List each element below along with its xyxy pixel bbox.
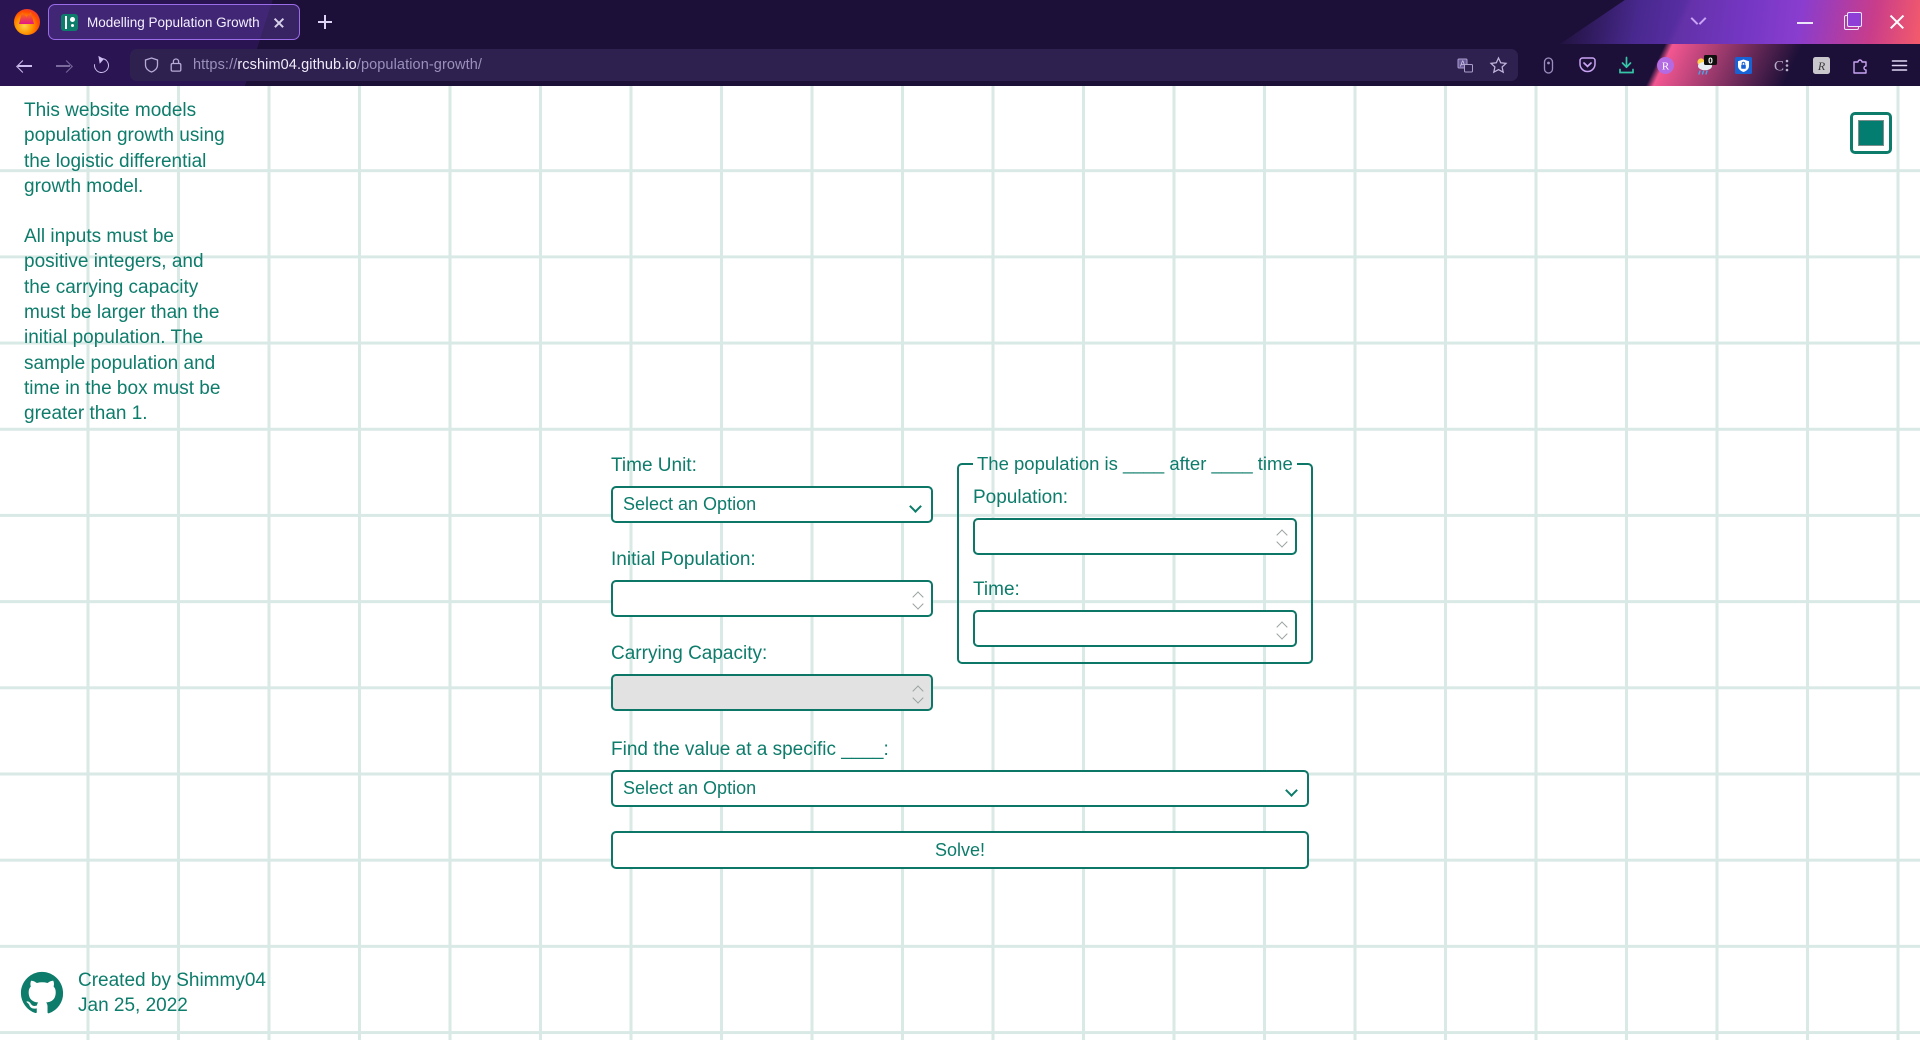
theme-toggle-swatch-icon bbox=[1858, 120, 1884, 146]
form-top-row: Time Unit: Select an Option Initial Popu… bbox=[611, 453, 1313, 711]
find-value-value: Select an Option bbox=[623, 778, 757, 798]
close-window-icon[interactable] bbox=[1874, 0, 1920, 44]
footer-author: Created by Shimmy04 bbox=[78, 970, 266, 991]
minimize-icon[interactable] bbox=[1782, 0, 1828, 44]
solve-button[interactable]: Solve! bbox=[611, 831, 1309, 869]
footer-credit: Created by Shimmy04 Jan 25, 2022 bbox=[78, 968, 266, 1018]
back-button[interactable] bbox=[8, 50, 42, 80]
c-extension-icon[interactable]: C bbox=[1772, 55, 1793, 76]
initial-population-input[interactable] bbox=[611, 580, 933, 617]
footer-date: Jan 25, 2022 bbox=[78, 995, 188, 1016]
navigation-toolbar: https://rcshim04.github.io/population-gr… bbox=[0, 44, 1920, 86]
arrow-left-icon bbox=[18, 59, 32, 72]
number-stepper-icon[interactable] bbox=[1277, 529, 1288, 548]
pocket-icon[interactable] bbox=[1577, 55, 1598, 76]
population-growth-favicon bbox=[61, 13, 78, 31]
extensions-puzzle-icon[interactable] bbox=[1850, 55, 1871, 76]
footer: Created by Shimmy04 Jan 25, 2022 bbox=[20, 968, 266, 1018]
url-path: /population-growth/ bbox=[356, 57, 483, 73]
forward-button[interactable] bbox=[46, 50, 80, 80]
intro-text: This website models population growth us… bbox=[24, 98, 229, 427]
number-stepper-icon[interactable] bbox=[1277, 621, 1288, 640]
restore-window-icon[interactable] bbox=[1828, 0, 1874, 44]
list-all-tabs-chevron-down-icon[interactable] bbox=[1676, 0, 1722, 44]
find-value-label: Find the value at a specific ____: bbox=[611, 739, 889, 760]
reload-icon bbox=[91, 55, 112, 76]
intro-paragraph-2: All inputs must be positive integers, an… bbox=[24, 226, 221, 425]
browser-tab[interactable]: Modelling Population Growth bbox=[48, 4, 300, 40]
bookmark-star-icon[interactable] bbox=[1489, 55, 1508, 75]
sample-time-input[interactable] bbox=[973, 610, 1297, 647]
new-tab-button[interactable] bbox=[310, 7, 340, 37]
sample-population-legend: The population is ____ after ____ time bbox=[977, 453, 1293, 474]
firefox-logo-icon bbox=[14, 9, 40, 35]
url-scheme: https:// bbox=[193, 57, 238, 73]
page-content: This website models population growth us… bbox=[0, 86, 1920, 1040]
find-value-select[interactable]: Select an Option bbox=[611, 770, 1309, 807]
close-icon[interactable] bbox=[269, 12, 289, 32]
sample-population-label: Population: bbox=[973, 487, 1069, 508]
url-bar-actions: A bbox=[1456, 55, 1508, 75]
time-unit-value: Select an Option bbox=[623, 494, 757, 514]
chevron-down-icon bbox=[909, 500, 922, 513]
carrying-capacity-label: Carrying Capacity: bbox=[611, 643, 768, 664]
shield-icon[interactable] bbox=[144, 57, 159, 73]
svg-text:R: R bbox=[1662, 60, 1670, 72]
initial-population-label: Initial Population: bbox=[611, 549, 756, 570]
number-stepper-icon[interactable] bbox=[913, 591, 924, 610]
github-octocat-icon[interactable] bbox=[20, 971, 64, 1015]
reader-view-icon[interactable]: A bbox=[1456, 56, 1475, 75]
intro-paragraph-1: This website models population growth us… bbox=[24, 100, 225, 197]
bitwarden-icon[interactable] bbox=[1733, 55, 1754, 76]
number-stepper-icon[interactable] bbox=[913, 685, 924, 704]
form-bottom-block: Find the value at a specific ____: Selec… bbox=[611, 737, 1309, 869]
sample-time-label: Time: bbox=[973, 579, 1020, 600]
r-extension-icon[interactable]: R bbox=[1655, 55, 1676, 76]
arrow-right-icon bbox=[56, 59, 70, 72]
browser-chrome: Modelling Population Growth https://rcsh… bbox=[0, 0, 1920, 86]
form-right-column: The population is ____ after ____ time P… bbox=[957, 453, 1313, 711]
url-bar[interactable]: https://rcshim04.github.io/population-gr… bbox=[130, 49, 1518, 81]
svg-text:C: C bbox=[1774, 58, 1784, 74]
url-domain: rcshim04.github.io bbox=[237, 57, 357, 73]
url-text: https://rcshim04.github.io/population-gr… bbox=[193, 57, 1446, 73]
browser-window: Modelling Population Growth https://rcsh… bbox=[0, 0, 1920, 1040]
weather-badge-count: 0 bbox=[1708, 55, 1713, 65]
reload-button[interactable] bbox=[84, 50, 118, 80]
chevron-down-icon bbox=[1285, 784, 1298, 797]
app-menu-icon[interactable] bbox=[1889, 55, 1910, 76]
lock-icon[interactable] bbox=[169, 57, 183, 73]
window-controls bbox=[1676, 0, 1920, 44]
population-growth-form: Time Unit: Select an Option Initial Popu… bbox=[611, 453, 1313, 869]
form-left-column: Time Unit: Select an Option Initial Popu… bbox=[611, 453, 933, 711]
weather-extension-icon[interactable]: 0 bbox=[1694, 54, 1717, 76]
carrying-capacity-input[interactable] bbox=[611, 674, 933, 711]
mouse-pointer-extension-icon[interactable] bbox=[1538, 55, 1559, 76]
svg-text:R: R bbox=[1817, 59, 1826, 73]
tab-title: Modelling Population Growth bbox=[87, 14, 260, 30]
sample-population-input[interactable] bbox=[973, 518, 1297, 555]
downloads-icon[interactable] bbox=[1616, 55, 1637, 76]
tab-strip: Modelling Population Growth bbox=[0, 0, 1920, 44]
time-unit-select[interactable]: Select an Option bbox=[611, 486, 933, 523]
sample-population-fieldset: The population is ____ after ____ time P… bbox=[957, 453, 1313, 664]
time-unit-label: Time Unit: bbox=[611, 455, 697, 476]
theme-toggle-button[interactable] bbox=[1850, 112, 1892, 154]
extensions-tray: R 0 C R bbox=[1528, 54, 1910, 76]
gray-r-extension-icon[interactable]: R bbox=[1811, 55, 1832, 76]
